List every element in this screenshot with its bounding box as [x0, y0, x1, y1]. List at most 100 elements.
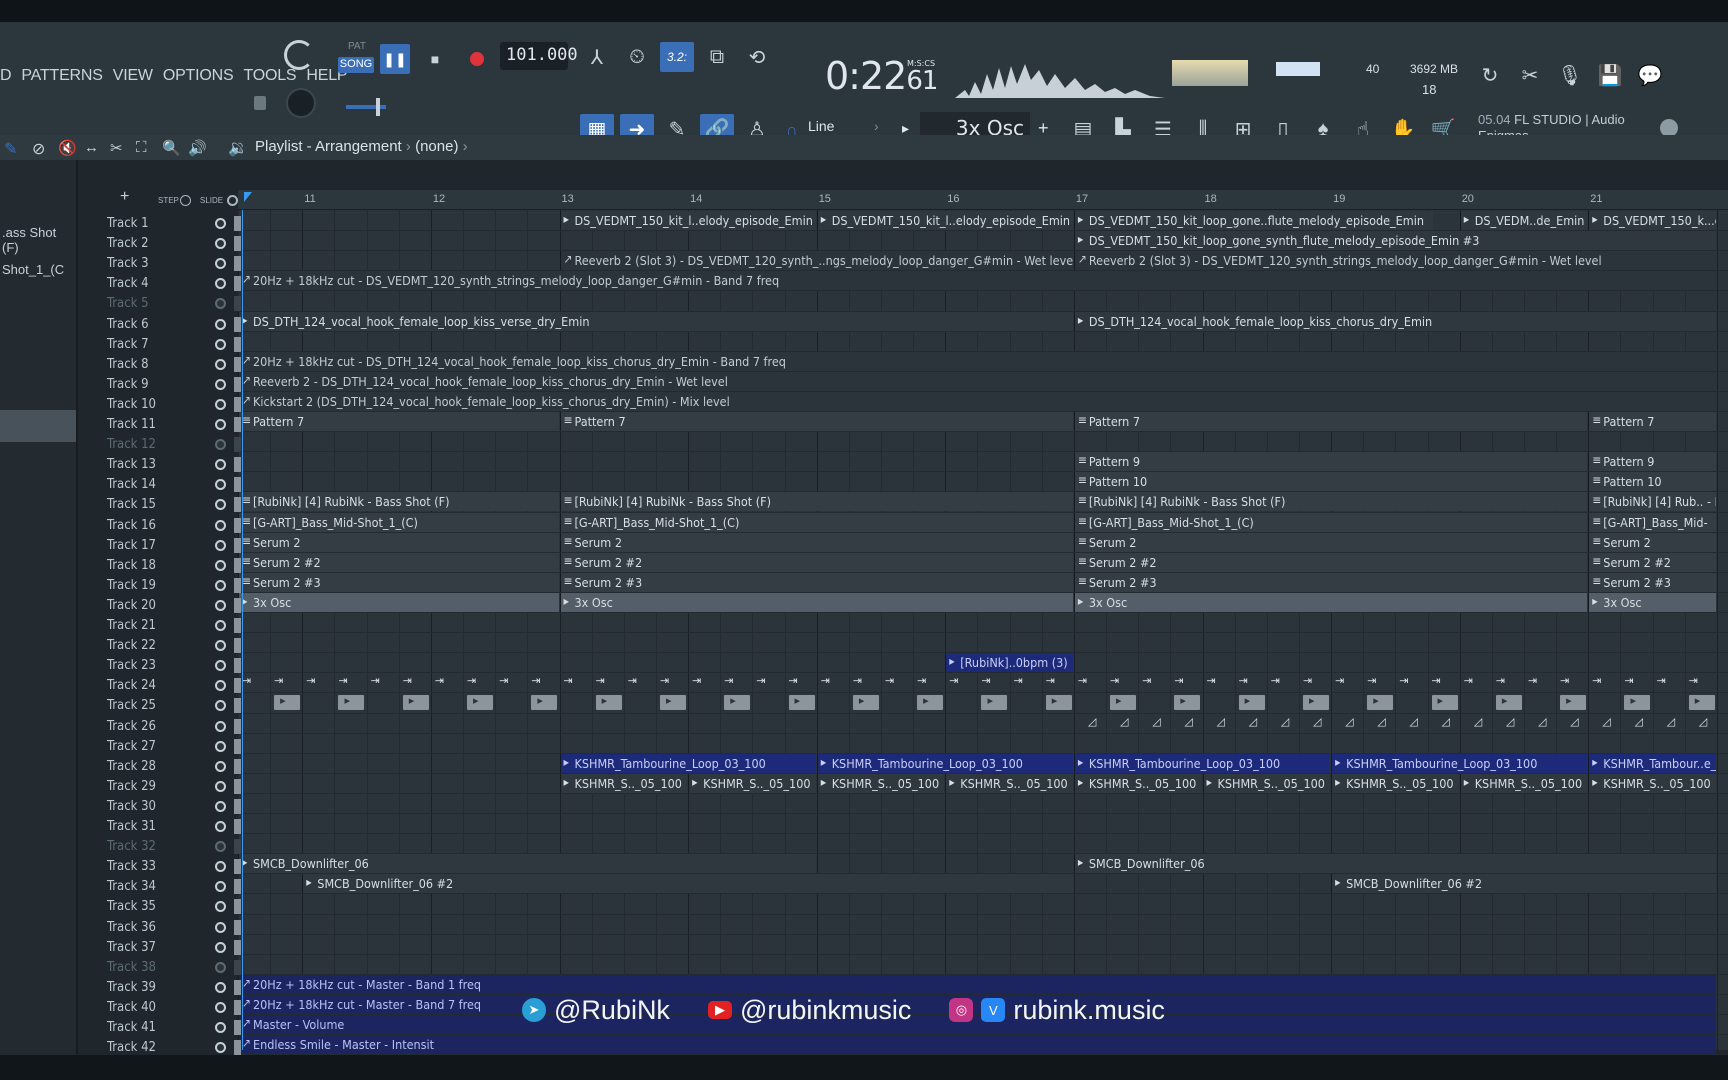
track-mute-toggle[interactable] [215, 740, 226, 752]
kick-marker[interactable]: ⇥ [1078, 674, 1087, 687]
hat-marker[interactable]: ◿ [1345, 715, 1353, 728]
hat-marker[interactable]: ◿ [1120, 715, 1128, 728]
track-header[interactable]: Track 41 [103, 1017, 241, 1037]
clap-clip[interactable] [659, 694, 686, 711]
track-name[interactable]: Track 40 [107, 1000, 156, 1015]
kick-marker[interactable]: ⇥ [821, 674, 830, 687]
track-header[interactable]: Track 19 [103, 575, 241, 595]
playlist-clip[interactable]: Serum 2 #3 [1073, 572, 1588, 592]
kick-marker[interactable]: ⇥ [531, 674, 540, 687]
hat-marker[interactable]: ◿ [1281, 715, 1289, 728]
track-mute-toggle[interactable] [215, 1022, 226, 1033]
track-header[interactable]: Track 12 [103, 434, 241, 454]
track-header[interactable]: Track 6 [103, 314, 241, 334]
playlist-clip[interactable]: DS_DTH_124_vocal_hook_female_loop_kiss_v… [238, 311, 1073, 331]
track-header[interactable]: Track 35 [103, 896, 241, 916]
playlist-clip[interactable]: KSHMR_Tambourine_Loop_03_100 [816, 753, 1073, 773]
hat-marker[interactable]: ◿ [1377, 715, 1385, 728]
playlist-clip[interactable]: KSHMR_Tambour..e_L [1588, 753, 1716, 773]
kick-marker[interactable]: ⇥ [338, 674, 347, 687]
track-header[interactable]: Track 39 [103, 977, 241, 997]
kick-marker[interactable]: ⇥ [1174, 674, 1183, 687]
track-mute-toggle[interactable] [215, 720, 226, 732]
kick-marker[interactable]: ⇥ [435, 674, 444, 687]
track-mute-toggle[interactable] [215, 378, 226, 390]
kick-marker[interactable]: ⇥ [1239, 674, 1248, 687]
kick-marker[interactable]: ⇥ [371, 674, 380, 687]
clap-clip[interactable] [338, 694, 365, 711]
track-name[interactable]: Track 11 [107, 417, 156, 432]
track-name[interactable]: Track 4 [107, 276, 149, 291]
track-header[interactable]: Track 27 [103, 736, 241, 756]
track-mute-toggle[interactable] [215, 539, 226, 551]
track-name[interactable]: Track 35 [107, 899, 156, 914]
track-name[interactable]: Track 41 [107, 1020, 156, 1035]
loop-record-icon[interactable]: ⧉ [702, 42, 732, 72]
clap-clip[interactable] [1624, 694, 1651, 711]
cut-icon[interactable]: ✂ [1515, 60, 1545, 90]
kick-marker[interactable]: ⇥ [274, 674, 283, 687]
clap-clip[interactable] [1302, 694, 1329, 711]
track-name[interactable]: Track 3 [107, 256, 149, 271]
kick-marker[interactable]: ⇥ [1560, 674, 1569, 687]
track-mute-toggle[interactable] [215, 680, 226, 692]
song-position[interactable]: 0:2261 M:S:CS [825, 54, 938, 98]
track-mute-toggle[interactable] [215, 398, 226, 410]
chat-icon[interactable]: 💬 [1635, 60, 1665, 90]
kick-marker[interactable]: ⇥ [949, 674, 958, 687]
clap-clip[interactable] [1110, 694, 1137, 711]
playlist-clip[interactable]: SMCB_Downlifter_06 [238, 854, 816, 874]
tempo-display[interactable]: 101.000 [500, 42, 578, 70]
hat-marker[interactable]: ◿ [1634, 715, 1642, 728]
clap-clip[interactable] [595, 694, 622, 711]
playlist-clip[interactable]: Pattern 10 [1073, 472, 1588, 492]
hat-marker[interactable]: ◿ [1217, 715, 1225, 728]
track-header[interactable]: Track 18 [103, 555, 241, 575]
kick-marker[interactable]: ⇥ [596, 674, 605, 687]
track-mute-toggle[interactable] [215, 961, 226, 973]
playlist-clip[interactable]: 3x Osc [1588, 592, 1716, 612]
kick-marker[interactable]: ⇥ [403, 674, 412, 687]
playback-tool-icon[interactable]: 🔊 [188, 139, 207, 157]
track-header[interactable]: Track 36 [103, 917, 241, 937]
playlist-clip[interactable]: KSHMR_S.._05_100 [1073, 773, 1202, 793]
track-header[interactable]: Track 1 [103, 213, 241, 233]
hat-marker[interactable]: ◿ [1570, 715, 1578, 728]
snap-mode-select[interactable]: Line › [808, 118, 908, 134]
track-name[interactable]: Track 33 [107, 859, 156, 874]
track-name[interactable]: Track 29 [107, 779, 156, 794]
track-mute-toggle[interactable] [215, 599, 226, 611]
hat-marker[interactable]: ◿ [1538, 715, 1546, 728]
hat-marker[interactable]: ◿ [1506, 715, 1514, 728]
playlist-clip[interactable]: [RubiNk] [4] RubiNk - Bass Shot (F) [238, 492, 559, 512]
track-mute-toggle[interactable] [215, 479, 226, 491]
playlist-clip[interactable]: Pattern 7 [238, 412, 559, 431]
track-name[interactable]: Track 22 [107, 638, 156, 653]
track-name[interactable]: Track 30 [107, 799, 156, 814]
track-mute-toggle[interactable] [215, 338, 226, 350]
kick-marker[interactable]: ⇥ [1110, 674, 1119, 687]
kick-marker[interactable]: ⇥ [692, 674, 701, 687]
song-mode-button[interactable]: SONG [338, 57, 374, 73]
track-mute-toggle[interactable] [215, 278, 226, 290]
track-header[interactable]: Track 34 [103, 876, 241, 896]
track-header[interactable]: Track 32 [103, 836, 241, 856]
track-name[interactable]: Track 39 [107, 980, 156, 995]
slide-toggle[interactable] [227, 195, 238, 206]
slip-tool-icon[interactable]: ↔ [84, 139, 99, 156]
playlist-clip[interactable]: KSHMR_S.._05_100 [559, 773, 688, 793]
kick-marker[interactable]: ⇥ [1432, 674, 1441, 687]
track-header[interactable]: Track 20 [103, 595, 241, 615]
track-name[interactable]: Track 31 [107, 819, 156, 834]
song-start-marker[interactable] [244, 192, 252, 202]
track-mute-toggle[interactable] [215, 841, 226, 853]
track-header[interactable]: Track 9 [103, 374, 241, 394]
hat-marker[interactable]: ◿ [1442, 715, 1450, 728]
track-header[interactable]: Track 7 [103, 334, 241, 354]
wait-for-input-icon[interactable]: ⏲ [622, 42, 652, 72]
kick-marker[interactable]: ⇥ [1014, 674, 1023, 687]
playlist-clip[interactable]: 3x Osc [1073, 592, 1588, 612]
track-mute-toggle[interactable] [215, 901, 226, 913]
track-mute-toggle[interactable] [215, 861, 226, 873]
playlist-clip[interactable]: Serum 2 #2 [1073, 552, 1588, 572]
